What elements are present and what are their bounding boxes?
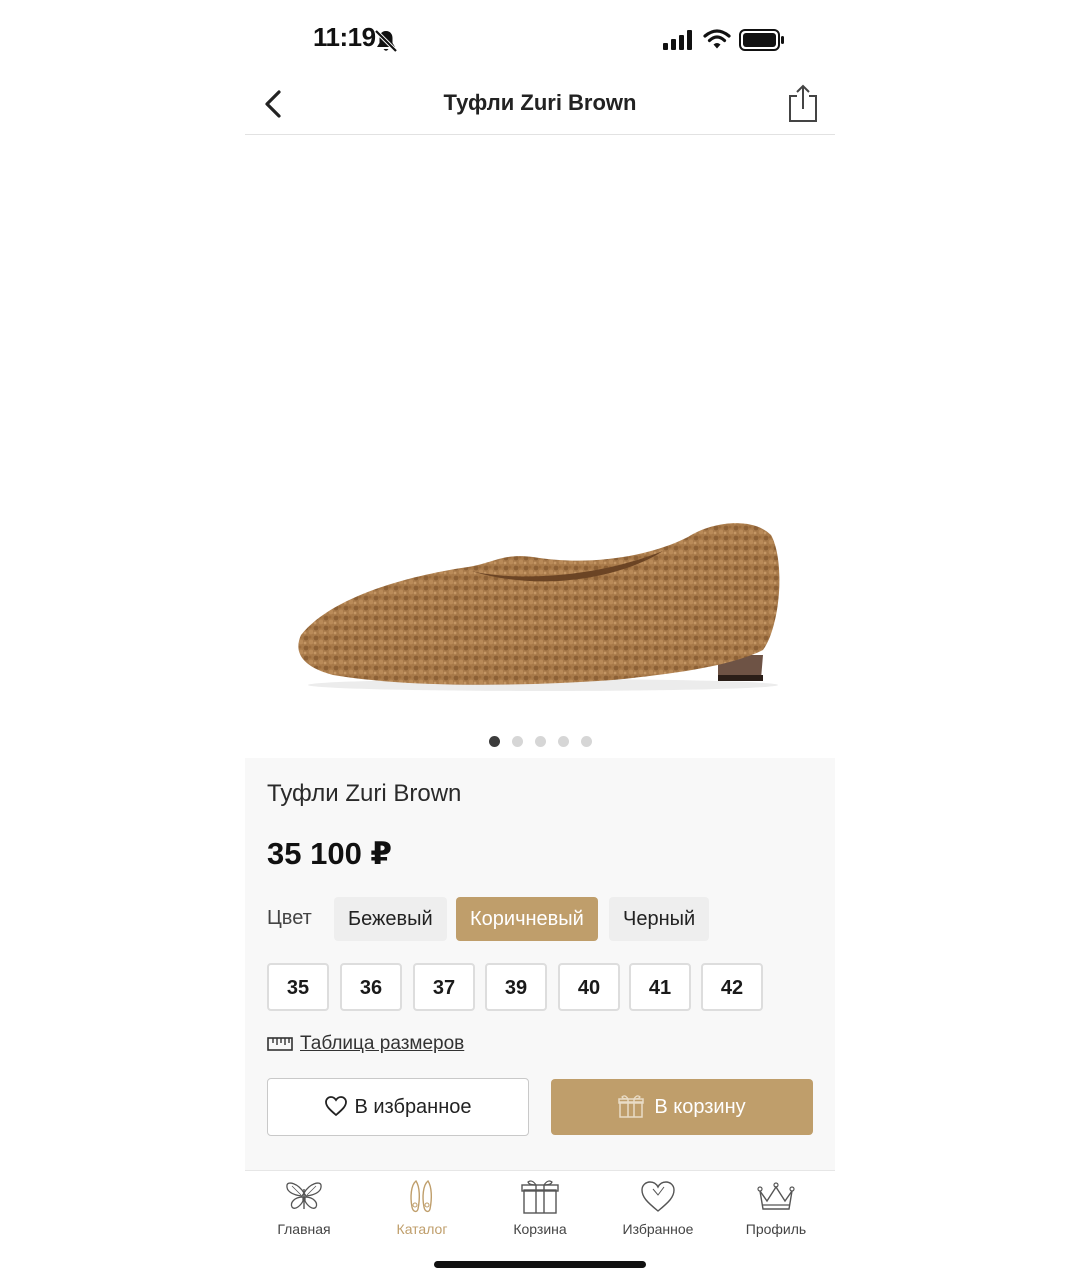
bell-muted-icon <box>374 29 398 53</box>
carousel-dot-5[interactable] <box>580 736 592 747</box>
wifi-icon <box>703 29 731 49</box>
carousel-dots <box>245 734 835 748</box>
status-bar: 11:19 <box>245 0 835 80</box>
product-image-gallery[interactable] <box>245 135 835 725</box>
carousel-dot-4[interactable] <box>557 736 569 747</box>
favorites-button-label: В избранное <box>354 1096 472 1118</box>
phone-screen: 11:19 Туфли Zuri Brown Туфли Zuri Brown … <box>245 0 835 1280</box>
carousel-dot-2[interactable] <box>511 736 523 747</box>
shoe-product-image <box>298 523 780 691</box>
carousel-dot-1[interactable] <box>488 736 500 747</box>
tab-cart-label: Корзина <box>513 1221 567 1237</box>
gift-box-icon <box>618 1095 645 1118</box>
battery-icon <box>739 29 784 51</box>
tab-catalog-label: Каталог <box>396 1221 448 1237</box>
gift-icon <box>521 1180 559 1214</box>
product-price: 35 100 ₽ <box>267 836 392 871</box>
bottom-tab-bar: Главная Каталог Корзина Избранное Профил… <box>245 1170 835 1251</box>
share-icon[interactable] <box>785 82 821 124</box>
size-option-37[interactable]: 37 <box>413 963 475 1011</box>
cart-button-label: В корзину <box>654 1096 746 1118</box>
add-to-cart-button[interactable]: В корзину <box>551 1079 813 1135</box>
tab-home[interactable]: Главная <box>245 1179 363 1243</box>
home-indicator[interactable] <box>434 1261 646 1268</box>
size-option-40[interactable]: 40 <box>558 963 620 1011</box>
page-title: Туфли Zuri Brown <box>443 90 637 115</box>
tab-favorites-label: Избранное <box>622 1221 694 1237</box>
tab-profile-label: Профиль <box>745 1221 807 1237</box>
tab-profile[interactable]: Профиль <box>717 1179 835 1243</box>
back-chevron-icon[interactable] <box>259 86 287 122</box>
size-option-35[interactable]: 35 <box>267 963 329 1011</box>
carousel-dot-3[interactable] <box>534 736 546 747</box>
crown-icon <box>757 1182 795 1210</box>
heart-icon <box>641 1181 675 1212</box>
size-option-42[interactable]: 42 <box>701 963 763 1011</box>
heart-outline-icon <box>325 1096 348 1117</box>
size-option-41[interactable]: 41 <box>629 963 691 1011</box>
size-table-label: Таблица размеров <box>300 1033 465 1054</box>
product-info-panel: Туфли Zuri Brown 35 100 ₽ Цвет Бежевый К… <box>245 758 835 1170</box>
color-option-beige[interactable]: Бежевый <box>334 897 447 941</box>
product-name: Туфли Zuri Brown <box>267 780 462 807</box>
add-to-favorites-button[interactable]: В избранное <box>267 1078 529 1136</box>
color-label: Цвет <box>267 907 312 929</box>
tab-cart[interactable]: Корзина <box>481 1179 599 1243</box>
color-option-brown[interactable]: Коричневый <box>456 897 598 941</box>
navigation-bar: Туфли Zuri Brown <box>245 78 835 135</box>
size-option-39[interactable]: 39 <box>485 963 547 1011</box>
tab-catalog[interactable]: Каталог <box>363 1179 481 1243</box>
status-time: 11:19 <box>313 22 376 52</box>
size-option-36[interactable]: 36 <box>340 963 402 1011</box>
butterfly-icon <box>286 1182 322 1209</box>
tab-home-label: Главная <box>277 1221 331 1237</box>
color-option-black[interactable]: Черный <box>609 897 710 941</box>
signal-icon <box>663 30 692 50</box>
shoes-icon <box>410 1179 433 1213</box>
ruler-icon <box>267 1037 293 1051</box>
tab-favorites[interactable]: Избранное <box>599 1179 717 1243</box>
